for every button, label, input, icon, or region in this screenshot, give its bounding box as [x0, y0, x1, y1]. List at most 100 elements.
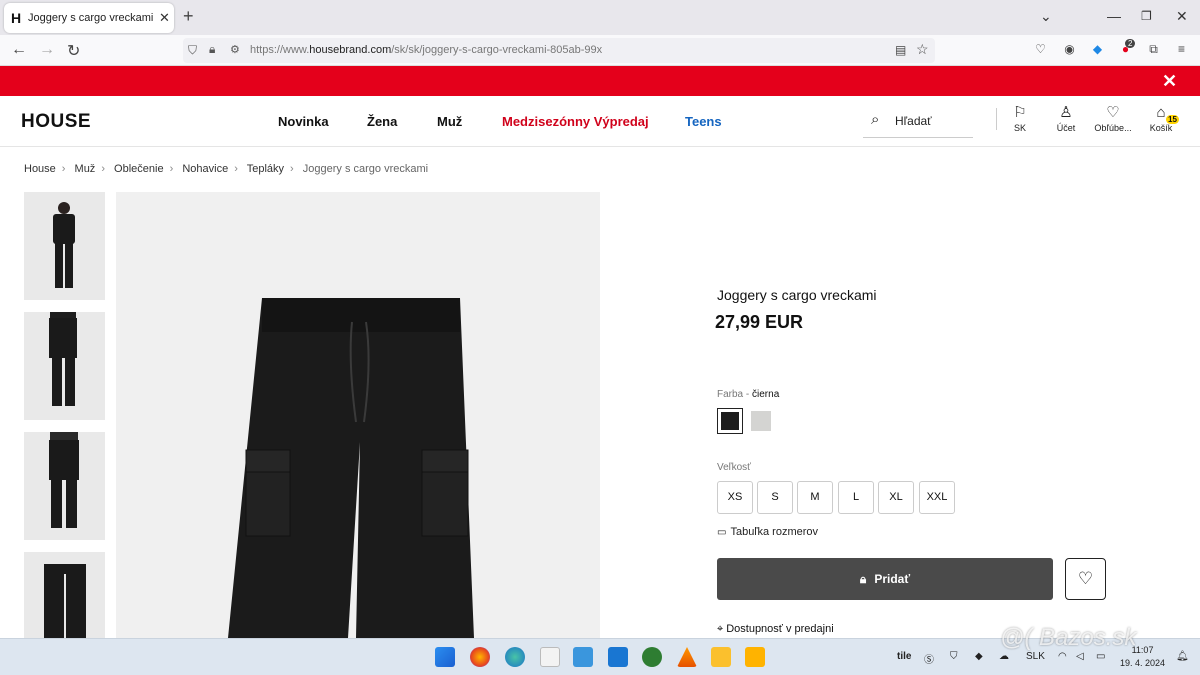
skype-icon[interactable]: Ⓢ: [924, 651, 934, 666]
menu-item-novinka[interactable]: Novinka: [278, 114, 329, 129]
watermark: @( Bazos.sk: [1000, 624, 1137, 651]
lock-icon[interactable]: 🔒︎: [209, 42, 215, 57]
breadcrumb-nohavice[interactable]: Nohavice: [182, 163, 228, 175]
browser-tab-bar: H Joggery s cargo vreckami Farba ✕ + ⌄ —…: [0, 0, 1200, 35]
site-favicon-icon: H: [11, 10, 22, 26]
menu-item-muz[interactable]: Muž: [437, 114, 462, 129]
tray-app-label[interactable]: tile: [897, 651, 911, 662]
onedrive-icon[interactable]: ☁: [999, 651, 1009, 662]
extension-blue-icon[interactable]: ◆: [1090, 42, 1105, 57]
vlc-icon[interactable]: [677, 647, 697, 667]
minimize-icon[interactable]: —: [1107, 8, 1121, 24]
cart-count-badge: 15: [1166, 115, 1179, 124]
size-option-xxl[interactable]: XXL: [919, 481, 955, 514]
search-placeholder: Hľadať: [895, 114, 932, 128]
firefox-icon[interactable]: [470, 647, 490, 667]
thumbnail-side[interactable]: [24, 312, 105, 420]
breadcrumb-current: Joggery s cargo vreckami: [302, 163, 429, 175]
store-icon[interactable]: [540, 647, 560, 667]
ruler-icon: ▭: [717, 527, 727, 538]
volume-icon[interactable]: ◁: [1076, 651, 1084, 662]
app-icon[interactable]: [573, 647, 593, 667]
heart-icon: ♡: [1106, 104, 1120, 121]
reload-icon[interactable]: ↻: [67, 41, 80, 61]
tracking-shield-icon[interactable]: ⛉: [188, 43, 197, 58]
account-icon[interactable]: ◉: [1062, 42, 1077, 57]
tab-title: Joggery s cargo vreckami Farba: [28, 12, 156, 24]
mail-icon[interactable]: [608, 647, 628, 667]
size-option-xs[interactable]: XS: [717, 481, 753, 514]
tab-close-icon[interactable]: ✕: [159, 10, 170, 26]
thumbnail-flat[interactable]: [24, 552, 105, 638]
heart-icon: ♡: [1077, 569, 1094, 588]
back-arrow-icon[interactable]: ←: [11, 41, 27, 59]
search-input[interactable]: ⌕ Hľadať: [863, 106, 973, 138]
account-button[interactable]: ♙ Účet: [1041, 103, 1091, 141]
tray-blue-icon[interactable]: ◆: [975, 651, 983, 662]
battery-icon[interactable]: ▭: [1096, 651, 1105, 662]
site-logo[interactable]: HOUSE: [21, 111, 91, 133]
defender-icon[interactable]: ⛉: [950, 651, 958, 662]
tab-list-chevron-icon[interactable]: ⌄: [1040, 8, 1052, 25]
start-windows-icon[interactable]: [435, 647, 455, 667]
bookmark-star-icon[interactable]: ☆: [916, 41, 929, 58]
menu-item-teens[interactable]: Teens: [685, 114, 722, 129]
edge-icon[interactable]: [505, 647, 525, 667]
forward-arrow-icon[interactable]: →: [39, 41, 55, 59]
pocket-icon[interactable]: ♡: [1033, 42, 1048, 57]
language-button[interactable]: ⚐ SK: [995, 103, 1045, 141]
url-text: https://www.housebrand.com/sk/sk/joggery…: [250, 44, 603, 56]
wifi-icon[interactable]: ◠: [1058, 651, 1067, 662]
flag-icon: ⚐: [1013, 104, 1027, 121]
size-option-xl[interactable]: XL: [878, 481, 914, 514]
browser-toolbar: ← → ↻ ⛉ 🔒︎ ⚙ https://www.housebrand.com/…: [0, 35, 1200, 66]
search-icon: ⌕: [871, 111, 880, 128]
store-availability-link[interactable]: ⌖ Dostupnosť v predajni: [717, 623, 834, 636]
app-yellow-icon[interactable]: [745, 647, 765, 667]
breadcrumb-muz[interactable]: Muž: [75, 163, 96, 175]
color-swatch-black[interactable]: [717, 408, 743, 434]
color-swatch-grey[interactable]: [748, 408, 774, 434]
product-title: Joggery s cargo vreckami: [717, 287, 877, 303]
permissions-icon[interactable]: ⚙: [230, 43, 240, 56]
breadcrumb-house[interactable]: House: [24, 163, 56, 175]
window-close-icon[interactable]: ✕: [1176, 8, 1188, 25]
bag-icon: 🔒︎: [859, 572, 867, 586]
color-label: Farba - čierna: [717, 389, 780, 400]
extensions-puzzle-icon[interactable]: ⧉: [1146, 42, 1161, 57]
menu-item-zena[interactable]: Žena: [367, 114, 397, 129]
cart-button[interactable]: ⌂ 15 Košík: [1136, 103, 1186, 141]
user-icon: ♙: [1059, 104, 1073, 121]
restore-icon[interactable]: ❐: [1141, 9, 1152, 23]
app-green-icon[interactable]: [642, 647, 662, 667]
new-tab-icon[interactable]: +: [183, 6, 194, 27]
menu-item-sale[interactable]: Medzisezónny Výpredaj: [502, 114, 649, 129]
size-option-s[interactable]: S: [757, 481, 793, 514]
notification-bell-icon[interactable]: 🔔︎: [1176, 651, 1189, 662]
location-pin-icon: ⌖: [717, 623, 724, 635]
site-header: HOUSE Novinka Žena Muž Medzisezónny Výpr…: [0, 96, 1200, 147]
add-to-wishlist-button[interactable]: ♡: [1065, 558, 1106, 600]
app-menu-icon[interactable]: ≡: [1174, 42, 1189, 57]
breadcrumb-oblecenie[interactable]: Oblečenie: [114, 163, 164, 175]
address-bar[interactable]: ⛉ 🔒︎ ⚙ https://www.housebrand.com/sk/sk/…: [183, 38, 935, 63]
breadcrumb-teplaky[interactable]: Tepláky: [247, 163, 284, 175]
favorites-button[interactable]: ♡ Obľúbe...: [1088, 103, 1138, 141]
reader-view-icon[interactable]: ▤: [895, 43, 906, 57]
product-price: 27,99 EUR: [715, 312, 804, 332]
add-to-cart-button[interactable]: 🔒︎ Pridať: [717, 558, 1053, 600]
main-product-image[interactable]: [116, 192, 600, 638]
size-chart-link[interactable]: ▭ Tabuľka rozmerov: [717, 526, 818, 538]
promo-banner: ✕: [0, 66, 1200, 96]
banner-close-icon[interactable]: ✕: [1162, 71, 1177, 92]
language-indicator[interactable]: SLK: [1026, 651, 1045, 662]
extension-badge: 2: [1125, 39, 1136, 48]
size-label: Veľkosť: [717, 462, 751, 473]
size-option-l[interactable]: L: [838, 481, 874, 514]
size-option-m[interactable]: M: [797, 481, 833, 514]
thumbnail-front[interactable]: [24, 192, 105, 300]
thumbnail-back[interactable]: [24, 432, 105, 540]
file-explorer-icon[interactable]: [711, 647, 731, 667]
breadcrumb: House › Muž › Oblečenie › Nohavice › Tepláky…: [24, 163, 429, 175]
browser-tab[interactable]: H Joggery s cargo vreckami Farba ✕: [4, 3, 174, 33]
